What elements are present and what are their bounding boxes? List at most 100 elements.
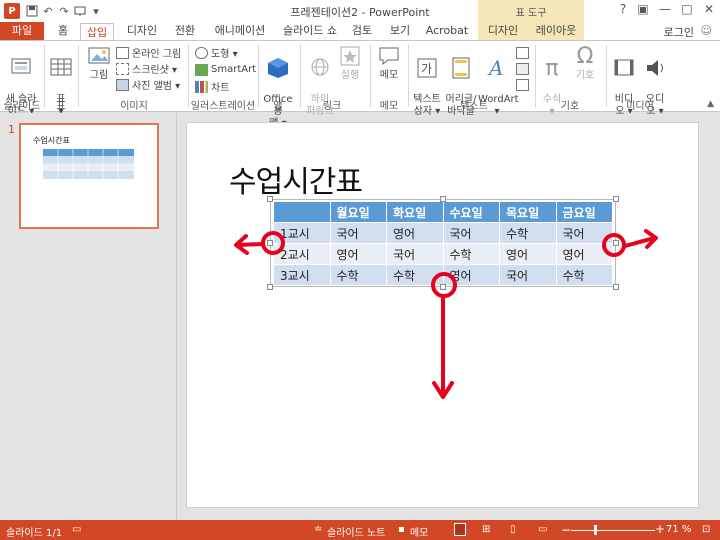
resize-handle-right[interactable] — [613, 240, 619, 246]
resize-handle-top[interactable] — [440, 196, 446, 202]
reading-view-icon[interactable]: ▯ — [510, 524, 516, 535]
help-button[interactable]: ? — [613, 2, 633, 20]
tab-transitions[interactable]: 전환 — [168, 22, 202, 41]
smartart-button[interactable]: SmartArt — [195, 62, 256, 77]
chart-button[interactable]: 차트 — [195, 79, 229, 94]
resize-handle-top-left[interactable] — [267, 196, 273, 202]
sign-in-link[interactable]: 로그인 — [664, 24, 694, 40]
comments-button[interactable]: 메모 — [410, 524, 428, 539]
table-cell[interactable]: 국어 — [555, 222, 613, 244]
slide-canvas[interactable]: 수업시간표 월요일 화요일 수요일 목요일 금요일 1교시 국어 영어 국어 수… — [187, 123, 698, 507]
collapse-ribbon-icon[interactable]: ▲ — [707, 99, 714, 109]
zoom-slider-track[interactable] — [571, 530, 655, 531]
table-cell[interactable]: 국어 — [442, 222, 500, 244]
table-cell[interactable]: 수학 — [329, 264, 387, 286]
customize-quick-access-icon[interactable]: ▾ — [88, 3, 104, 19]
tab-animations[interactable]: 애니메이션 — [207, 22, 273, 41]
redo-icon[interactable]: ↷ — [56, 3, 72, 19]
pane-splitter[interactable] — [176, 113, 177, 520]
textbox-button[interactable]: 가 텍스트 상자 ▾ — [410, 44, 444, 118]
table-cell[interactable]: 영어 — [555, 243, 613, 265]
table-cell[interactable]: 국어 — [499, 264, 557, 286]
picture-icon — [88, 47, 110, 64]
tab-home[interactable]: 홈 — [50, 22, 76, 41]
tab-view[interactable]: 보기 — [384, 22, 416, 41]
smartart-icon — [195, 63, 208, 76]
slide-number-button[interactable] — [516, 61, 532, 76]
table-cell[interactable]: 국어 — [386, 243, 444, 265]
slide-number-icon — [516, 62, 529, 75]
tab-review[interactable]: 검토 — [346, 22, 378, 41]
slideshow-view-icon[interactable]: ▭ — [538, 524, 547, 535]
table-cell[interactable]: 영어 — [329, 243, 387, 265]
ribbon-display-button[interactable]: ▣ — [633, 2, 653, 20]
tab-slideshow[interactable]: 슬라이드 쇼 — [278, 22, 342, 41]
tab-table-design[interactable]: 디자인 — [478, 22, 528, 41]
group-label-apps: 앱 — [273, 101, 283, 112]
feedback-smiley-icon[interactable]: ☺ — [701, 24, 712, 37]
resize-handle-top-right[interactable] — [613, 196, 619, 202]
minimize-button[interactable]: — — [655, 2, 675, 20]
window-title: 프레젠테이션2 - PowerPoint — [290, 6, 430, 19]
fit-to-window-icon[interactable]: ⊡ — [702, 524, 710, 535]
table-cell[interactable]: 국어 — [329, 222, 387, 244]
table-header-cell[interactable]: 목요일 — [499, 201, 557, 223]
action-button[interactable]: 실행 — [336, 44, 364, 82]
timetable[interactable]: 월요일 화요일 수요일 목요일 금요일 1교시 국어 영어 국어 수학 국어 2… — [273, 201, 613, 286]
resize-handle-bottom-left[interactable] — [267, 284, 273, 290]
spellcheck-icon[interactable]: ▭ — [72, 524, 81, 535]
table-cell[interactable]: 1교시 — [273, 222, 331, 244]
normal-view-icon[interactable] — [454, 523, 466, 536]
table-cell[interactable]: 수학 — [386, 264, 444, 286]
office-apps-button[interactable]: Office용 앱 ▾ — [260, 44, 296, 130]
save-icon[interactable] — [24, 3, 40, 19]
table-header-cell[interactable]: 금요일 — [555, 201, 613, 223]
zoom-in-button[interactable]: + — [655, 522, 665, 536]
picture-button[interactable]: 그림 — [84, 44, 114, 82]
online-pictures-label: 온라인 그림 — [132, 49, 182, 60]
table-cell[interactable]: 수학 — [555, 264, 613, 286]
table-cell[interactable]: 영어 — [442, 264, 500, 286]
zoom-out-button[interactable]: − — [561, 523, 571, 537]
resize-handle-bottom-right[interactable] — [613, 284, 619, 290]
slide-count: 슬라이드 1/1 — [6, 528, 63, 539]
slide-sorter-icon[interactable]: ⊞ — [482, 524, 490, 535]
maximize-button[interactable]: □ — [677, 2, 697, 20]
table-cell[interactable]: 3교시 — [273, 264, 331, 286]
photo-album-button[interactable]: 사진 앨범 ▾ — [116, 77, 180, 92]
slide-thumbnail[interactable]: 수업시간표 — [19, 123, 159, 229]
notes-button[interactable]: 슬라이드 노트 — [327, 524, 385, 539]
slide-title[interactable]: 수업시간표 — [229, 157, 363, 201]
tab-file[interactable]: 파일 — [0, 22, 44, 41]
table-header-cell[interactable]: 월요일 — [329, 201, 387, 223]
shapes-button[interactable]: 도형 ▾ — [195, 45, 238, 60]
symbol-button[interactable]: Ω 기호 — [570, 44, 600, 82]
table-header-cell[interactable]: 화요일 — [386, 201, 444, 223]
tab-table-layout[interactable]: 레이아웃 — [528, 22, 584, 41]
table-header-cell[interactable] — [273, 201, 331, 223]
tab-design[interactable]: 디자인 — [120, 22, 164, 41]
online-pictures-button[interactable]: 온라인 그림 — [116, 45, 181, 60]
action-star-icon — [340, 46, 360, 66]
table-cell[interactable]: 수학 — [442, 243, 500, 265]
zoom-level[interactable]: 71 % — [666, 524, 691, 535]
undo-icon[interactable]: ↶ — [40, 3, 56, 19]
resize-handle-bottom[interactable] — [440, 284, 446, 290]
group-separator — [535, 45, 536, 107]
group-label-illustrations: 일러스트레이션 — [190, 101, 256, 112]
zoom-slider-thumb[interactable] — [594, 525, 597, 535]
close-button[interactable]: ✕ — [699, 2, 719, 20]
table-header-cell[interactable]: 수요일 — [442, 201, 500, 223]
screenshot-button[interactable]: 스크린샷 ▾ — [116, 61, 177, 76]
hyperlink-icon — [311, 58, 329, 76]
slideshow-icon[interactable] — [72, 3, 88, 19]
table-cell[interactable]: 2교시 — [273, 243, 331, 265]
comment-button[interactable]: 메모 — [374, 44, 404, 82]
tab-acrobat[interactable]: Acrobat — [422, 22, 472, 41]
table-cell[interactable]: 영어 — [499, 243, 557, 265]
table-cell[interactable]: 영어 — [386, 222, 444, 244]
resize-handle-left[interactable] — [267, 240, 273, 246]
object-button[interactable] — [516, 77, 532, 92]
date-time-button[interactable] — [516, 45, 532, 60]
table-cell[interactable]: 수학 — [499, 222, 557, 244]
